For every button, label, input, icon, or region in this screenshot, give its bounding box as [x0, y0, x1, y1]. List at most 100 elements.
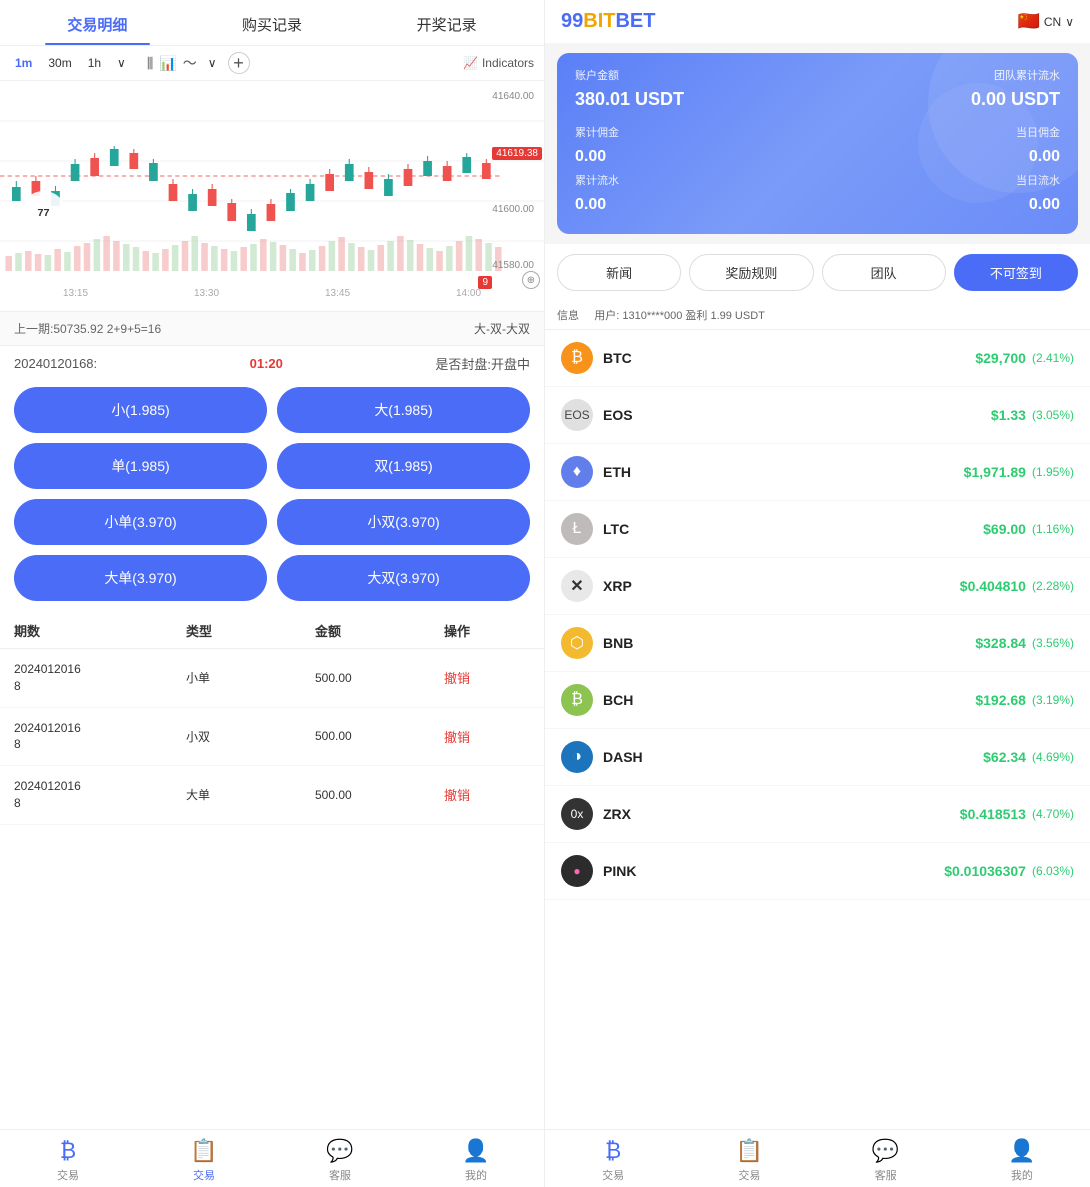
bet-small[interactable]: 小(1.985) [14, 387, 267, 433]
pink-price: $0.01036307 [944, 863, 1026, 879]
bet-small-odd[interactable]: 小单(3.970) [14, 499, 267, 545]
crypto-item-ltc[interactable]: Ł LTC $69.00 (1.16%) [545, 501, 1090, 558]
timer-status: 是否封盘:开盘中 [435, 354, 530, 373]
bnb-name: BNB [603, 635, 975, 651]
crypto-item-pink[interactable]: ● PINK $0.01036307 (6.03%) [545, 843, 1090, 900]
bch-price: $192.68 [975, 692, 1026, 708]
bet-big[interactable]: 大(1.985) [277, 387, 530, 433]
right-nav-bitcoin[interactable]: ₿ 交易 [545, 1138, 681, 1183]
time-label-1: 13:30 [194, 288, 219, 299]
xrp-name: XRP [603, 578, 960, 594]
col-header-type: 类型 [186, 621, 315, 640]
dash-name: DASH [603, 749, 983, 765]
chart-type-candle-icon[interactable]: 📊 [159, 55, 176, 72]
row-3-amount: 500.00 [315, 788, 444, 802]
price-label-current: 41619.38 [492, 147, 542, 160]
row-1-cancel[interactable]: 撤销 [444, 668, 530, 687]
ticker-info-label: 信息 [557, 310, 579, 322]
row-3-id: 20240120168 [14, 778, 186, 812]
svg-text:77: 77 [37, 208, 49, 219]
left-nav-profile[interactable]: 👤 我的 [408, 1138, 544, 1183]
timeframe-1h[interactable]: 1h [83, 54, 106, 72]
chart-type-bars-icon[interactable]: ⫼ [147, 55, 153, 72]
row-2-amount: 500.00 [315, 729, 444, 743]
crypto-item-bnb[interactable]: ⬡ BNB $328.84 (3.56%) [545, 615, 1090, 672]
right-nav-profile[interactable]: 👤 我的 [954, 1138, 1090, 1183]
right-panel: 99BITBET 🇨🇳 CN ∨ 账户金额 团队累计流水 380.01 USDT… [545, 0, 1090, 1187]
crypto-item-dash[interactable]: ◑ DASH $62.34 (4.69%) [545, 729, 1090, 786]
chart-time-labels: 13:15 13:30 13:45 14:00 [0, 286, 544, 301]
crypto-item-btc[interactable]: ₿ BTC $29,700 (2.41%) [545, 330, 1090, 387]
left-nav-bitcoin[interactable]: ₿ 交易 [0, 1138, 136, 1183]
news-button[interactable]: 新闻 [557, 254, 681, 291]
tab-lottery-record[interactable]: 开奖记录 [359, 0, 534, 45]
price-label-mid: 41600.00 [492, 204, 542, 215]
zrx-icon: 0x [561, 798, 593, 830]
table-row: 20240120168 小单 500.00 撤销 [0, 649, 544, 708]
ltc-name: LTC [603, 521, 983, 537]
ticker-text: 用户: 1310****000 盈利 1.99 USDT [594, 310, 765, 322]
row-1-amount: 500.00 [315, 671, 444, 685]
crypto-item-bch[interactable]: ₿ BCH $192.68 (3.19%) [545, 672, 1090, 729]
tab-trading-detail[interactable]: 交易明细 [10, 0, 185, 45]
btc-change: (2.41%) [1032, 351, 1074, 365]
crypto-item-eth[interactable]: ♦ ETH $1,971.89 (1.95%) [545, 444, 1090, 501]
zrx-change: (4.70%) [1032, 807, 1074, 821]
price-label-bottom: 41580.00 [492, 260, 542, 271]
chart-toolbar: 1m 30m 1h ∨ ⫼ 📊 〜 ∨ + 📈 Indicators [0, 46, 544, 81]
site-logo: 99BITBET [561, 10, 655, 33]
row-1-id: 20240120168 [14, 661, 186, 695]
account-balance-label: 账户金额 [575, 67, 818, 83]
crypto-item-eos[interactable]: EOS EOS $1.33 (3.05%) [545, 387, 1090, 444]
bet-even[interactable]: 双(1.985) [277, 443, 530, 489]
dash-price: $62.34 [983, 749, 1026, 765]
tab-purchase-record[interactable]: 购买记录 [185, 0, 360, 45]
timeframe-1m[interactable]: 1m [10, 54, 37, 72]
lang-dropdown-icon: ∨ [1065, 15, 1074, 29]
indicators-button[interactable]: 📈 Indicators [463, 56, 534, 70]
chart-add-icon[interactable]: + [228, 52, 250, 74]
left-nav-trade[interactable]: 📋 交易 [136, 1138, 272, 1183]
eos-name: EOS [603, 407, 991, 423]
team-flow-value: 0.00 USDT [818, 89, 1061, 110]
left-nav-support[interactable]: 💬 客服 [272, 1138, 408, 1183]
bet-odd[interactable]: 单(1.985) [14, 443, 267, 489]
chart-type-line-icon[interactable]: 〜 [183, 53, 197, 73]
chart-type-dropdown[interactable]: ∨ [203, 54, 222, 72]
right-nav-support[interactable]: 💬 客服 [818, 1138, 954, 1183]
eth-change: (1.95%) [1032, 465, 1074, 479]
bet-big-even[interactable]: 大双(3.970) [277, 555, 530, 601]
cumulative-flow-value: 0.00 [575, 196, 818, 214]
trade-list-icon: 📋 [190, 1138, 217, 1164]
language-selector[interactable]: 🇨🇳 CN ∨ [1017, 11, 1074, 32]
checkin-button[interactable]: 不可签到 [954, 254, 1078, 291]
row-2-cancel[interactable]: 撤销 [444, 727, 530, 746]
timeframe-30m[interactable]: 30m [43, 54, 76, 72]
bet-big-odd[interactable]: 大单(3.970) [14, 555, 267, 601]
rewards-button[interactable]: 奖励规则 [689, 254, 813, 291]
crypto-item-xrp[interactable]: ✕ XRP $0.404810 (2.28%) [545, 558, 1090, 615]
timer-period: 20240120168: [14, 356, 97, 371]
right-nav-bitcoin-icon: ₿ [605, 1138, 621, 1164]
row-2-type: 小双 [186, 728, 315, 745]
crypto-item-zrx[interactable]: 0x ZRX $0.418513 (4.70%) [545, 786, 1090, 843]
user-icon: 👤 [462, 1138, 489, 1164]
row-1-type: 小单 [186, 669, 315, 686]
eos-change: (3.05%) [1032, 408, 1074, 422]
xrp-change: (2.28%) [1032, 579, 1074, 593]
btc-price: $29,700 [975, 350, 1026, 366]
btc-name: BTC [603, 350, 975, 366]
bet-small-even[interactable]: 小双(3.970) [277, 499, 530, 545]
team-button[interactable]: 团队 [822, 254, 946, 291]
bnb-icon: ⬡ [561, 627, 593, 659]
eth-icon: ♦ [561, 456, 593, 488]
right-nav-trade[interactable]: 📋 交易 [681, 1138, 817, 1183]
crosshair-icon[interactable]: ⊕ [522, 271, 540, 289]
cumulative-flow-label: 累计流水 [575, 172, 818, 188]
xrp-icon: ✕ [561, 570, 593, 602]
row-3-cancel[interactable]: 撤销 [444, 785, 530, 804]
timeframe-dropdown-arrow[interactable]: ∨ [112, 54, 131, 72]
team-flow-label: 团队累计流水 [818, 67, 1061, 83]
account-card: 账户金额 团队累计流水 380.01 USDT 0.00 USDT 累计佣金 当… [557, 53, 1078, 234]
col-header-action: 操作 [444, 621, 530, 640]
